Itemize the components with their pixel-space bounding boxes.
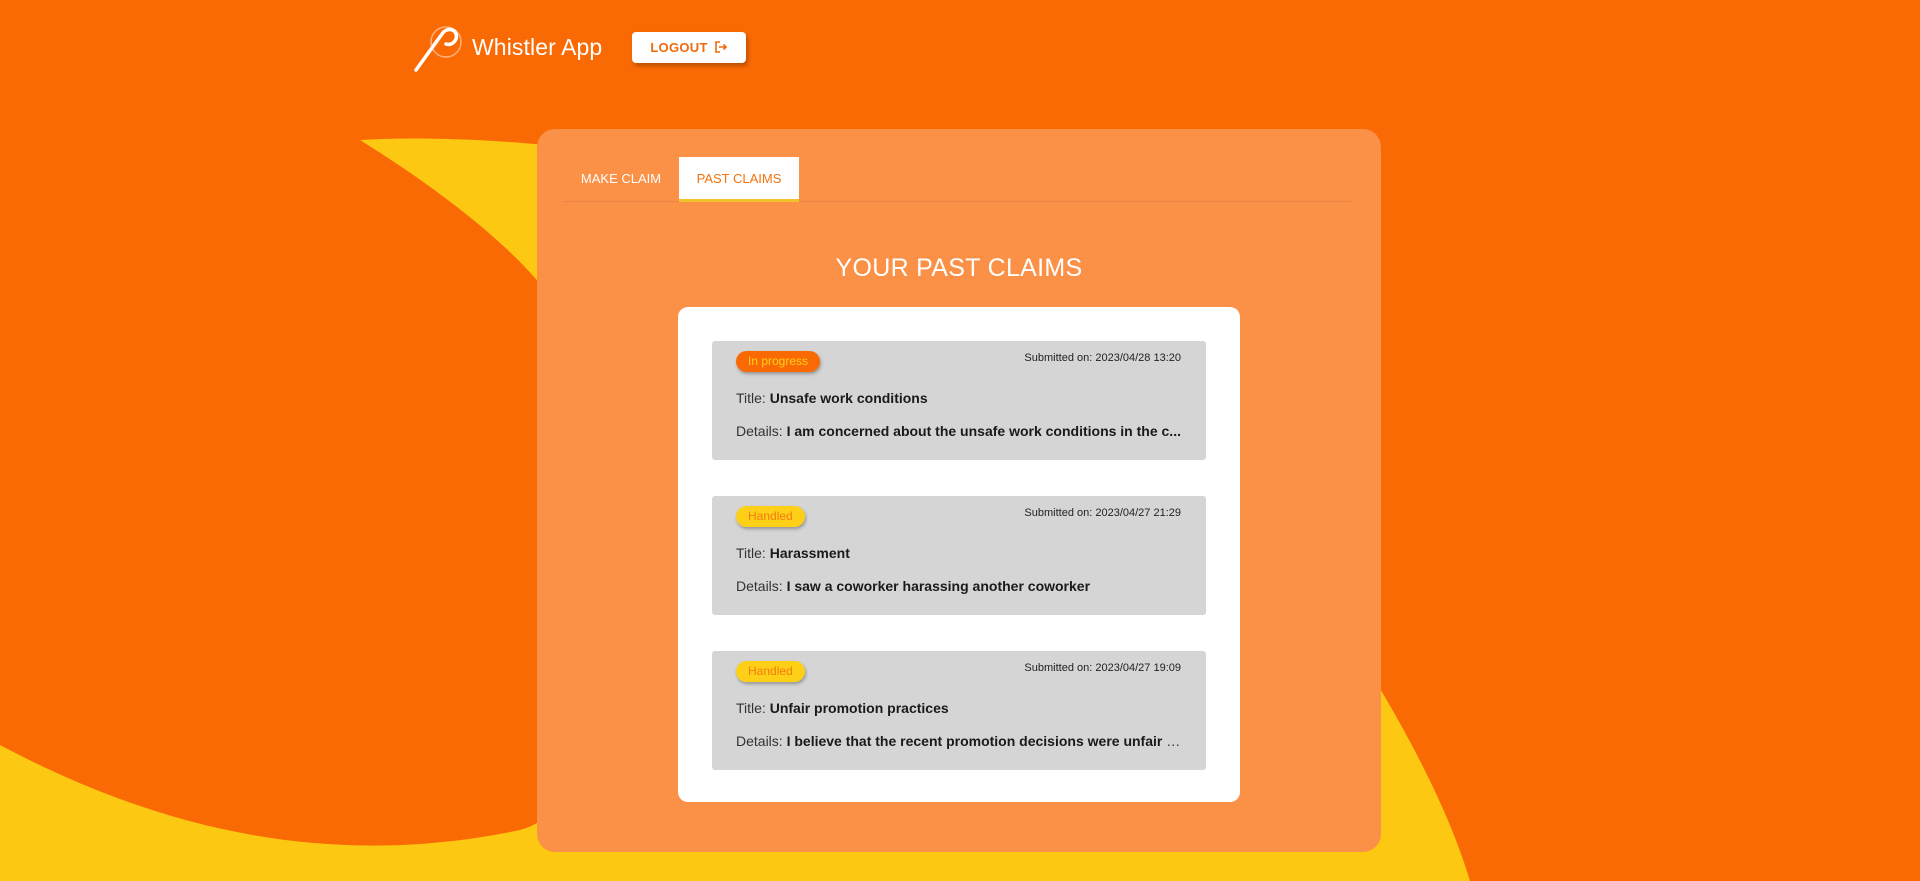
claim-title: Title: Unsafe work conditions: [736, 390, 1182, 406]
tab-bar: MAKE CLAIM PAST CLAIMS: [563, 157, 1353, 202]
submitted-date: Submitted on: 2023/04/27 21:29: [1024, 507, 1181, 519]
claim-title-value: Unfair promotion practices: [769, 700, 949, 716]
status-badge: Handled: [736, 506, 805, 527]
claim-card[interactable]: Handled Submitted on: 2023/04/27 21:29 T…: [712, 496, 1206, 615]
title-prefix: Title:: [736, 545, 766, 561]
claims-list: In progress Submitted on: 2023/04/28 13:…: [678, 307, 1240, 802]
claim-details: Details: I am concerned about the unsafe…: [736, 423, 1182, 439]
claim-details: Details: I saw a coworker harassing anot…: [736, 578, 1182, 594]
claim-details-value: I believe that the recent promotion deci…: [786, 733, 1182, 749]
submitted-date: Submitted on: 2023/04/27 19:09: [1024, 662, 1181, 674]
claim-details-value: I am concerned about the unsafe work con…: [786, 423, 1181, 439]
header: Whistler App LOGOUT: [408, 22, 746, 72]
tab-past-claims[interactable]: PAST CLAIMS: [679, 157, 799, 202]
claim-details-value: I saw a coworker harassing another cowor…: [786, 578, 1091, 594]
claim-title: Title: Harassment: [736, 545, 1182, 561]
claim-card[interactable]: In progress Submitted on: 2023/04/28 13:…: [712, 341, 1206, 460]
title-prefix: Title:: [736, 390, 766, 406]
claim-details: Details: I believe that the recent promo…: [736, 733, 1182, 749]
logout-button[interactable]: LOGOUT: [632, 31, 746, 63]
details-prefix: Details:: [736, 733, 783, 749]
title-prefix: Title:: [736, 700, 766, 716]
submitted-date: Submitted on: 2023/04/28 13:20: [1024, 352, 1181, 364]
claim-card[interactable]: Handled Submitted on: 2023/04/27 19:09 T…: [712, 651, 1206, 770]
logout-label: LOGOUT: [650, 39, 708, 55]
details-prefix: Details:: [736, 578, 783, 594]
logout-icon: [714, 41, 727, 53]
page-title: YOUR PAST CLAIMS: [835, 254, 1083, 282]
tab-make-claim[interactable]: MAKE CLAIM: [563, 157, 679, 201]
app-title: Whistler App: [472, 33, 603, 60]
main-panel: MAKE CLAIM PAST CLAIMS YOUR PAST CLAIMS …: [537, 129, 1381, 852]
claim-title-value: Unsafe work conditions: [769, 390, 928, 406]
status-badge: In progress: [736, 351, 821, 372]
status-badge: Handled: [736, 661, 805, 682]
details-prefix: Details:: [736, 423, 783, 439]
claim-title: Title: Unfair promotion practices: [736, 700, 1182, 716]
whistle-logo-icon: [414, 26, 462, 72]
claim-title-value: Harassment: [769, 545, 850, 561]
